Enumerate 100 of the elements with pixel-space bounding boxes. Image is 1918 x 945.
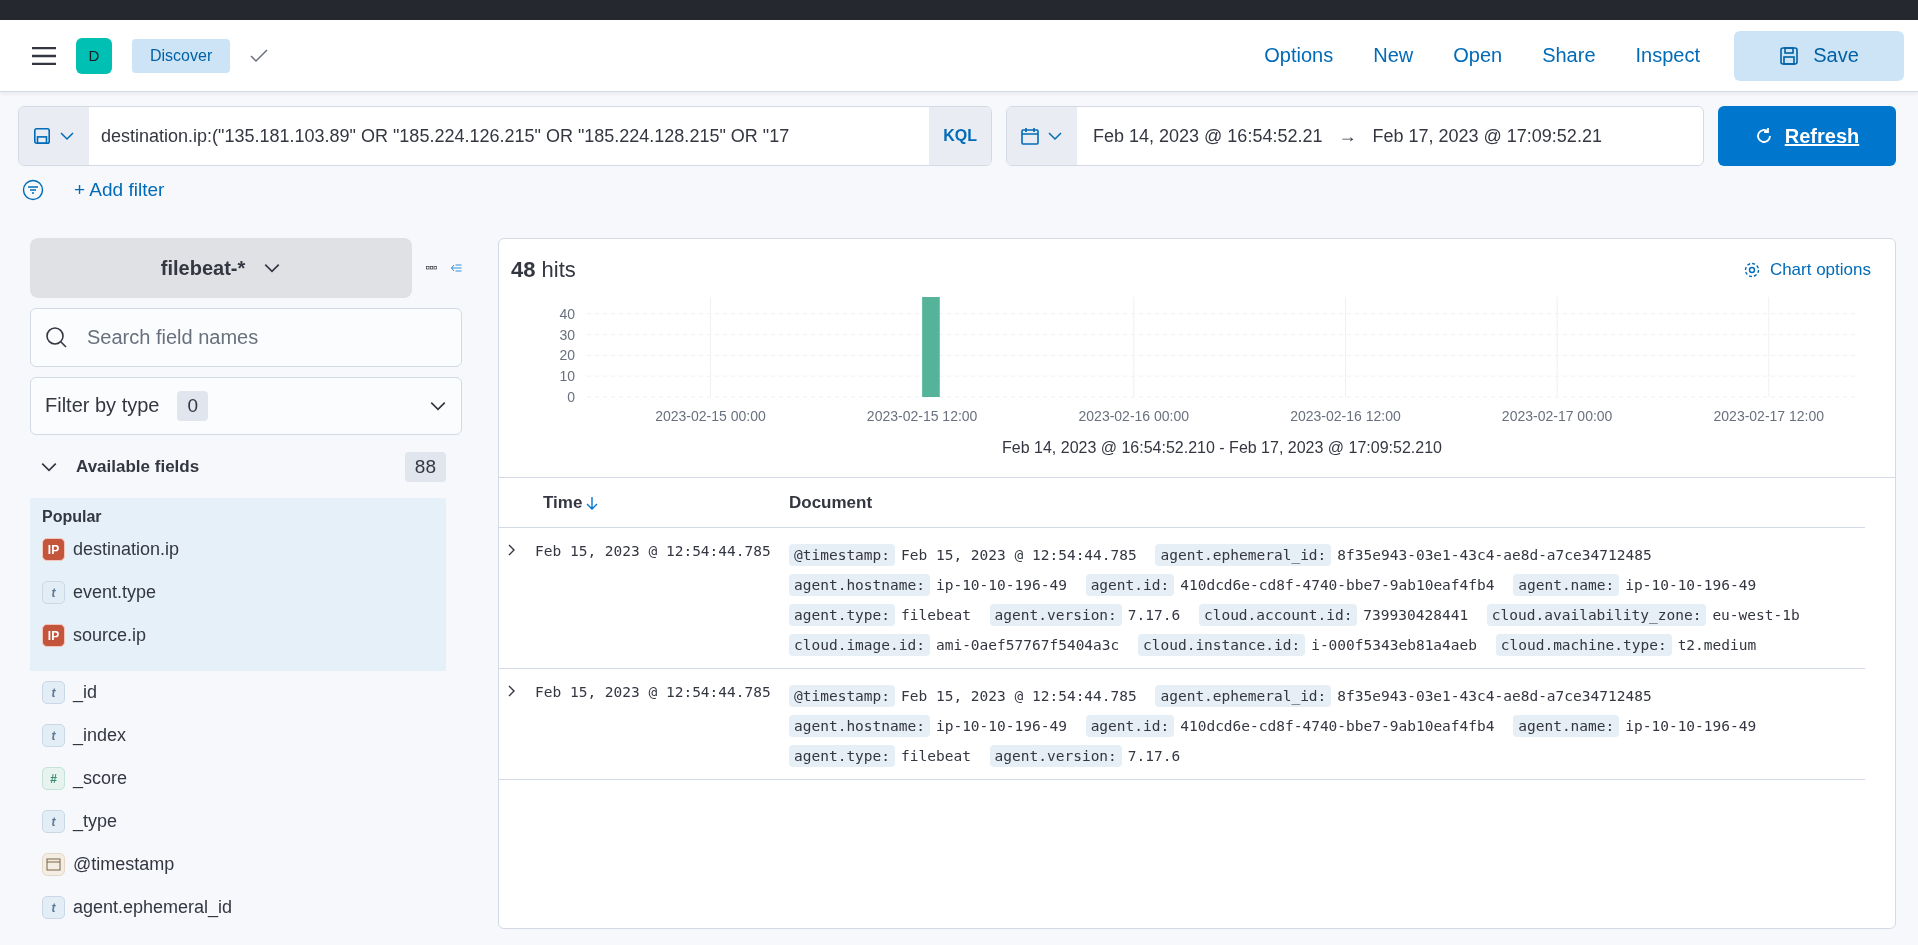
field-type-token: IP: [42, 624, 65, 647]
field-name[interactable]: agent.ephemeral_id: [73, 897, 233, 918]
field-name[interactable]: _type: [73, 811, 118, 832]
column-header[interactable]: Document: [789, 492, 873, 513]
field-value: 739930428441: [1363, 607, 1469, 623]
field-value: ip-10-10-196-49: [1625, 577, 1757, 593]
chart-range-label: Feb 14, 2023 @ 16:54:52.210 - Feb 17, 2023 @ 17:09:52.210: [1002, 439, 1442, 456]
header-link[interactable]: New: [1373, 44, 1414, 67]
filter-count: 0: [177, 390, 209, 421]
save-button[interactable]: Save: [1734, 30, 1904, 81]
axis-tick-label: 20: [559, 347, 575, 364]
field-value: filebeat: [901, 748, 971, 764]
time-cell: Feb 15, 2023 @ 12:54:44.785: [535, 543, 771, 559]
more-options-icon[interactable]: [426, 264, 437, 272]
field-key: cloud.availability_zone:: [1486, 604, 1707, 626]
search-field[interactable]: Search field names: [30, 308, 462, 367]
field-type-token: t: [42, 681, 65, 704]
header-link[interactable]: Open: [1453, 44, 1503, 67]
saved-query-menu[interactable]: [19, 107, 89, 165]
field-name[interactable]: event.type: [73, 582, 157, 603]
field-value: Feb 15, 2023 @ 12:54:44.785: [901, 547, 1137, 563]
axis-tick-label: 2023-02-17 12:00: [1713, 408, 1825, 424]
chart-options-link[interactable]: Chart options: [1743, 260, 1871, 280]
axis-tick-label: 0: [567, 389, 575, 405]
available-fields-label: Available fields: [76, 456, 201, 477]
field-key: agent.name:: [1513, 574, 1620, 596]
axis-tick-label: 2023-02-15 12:00: [866, 408, 978, 424]
field-type-token: t: [42, 810, 65, 833]
quick-date-menu[interactable]: [1007, 107, 1077, 165]
header-link[interactable]: Share: [1542, 44, 1596, 67]
field-value: 8f35e943-03e1-43c4-ae8d-a7ce34712485: [1337, 547, 1652, 563]
axis-tick-label: 40: [559, 305, 575, 322]
range-arrow: →: [1338, 124, 1357, 148]
field-key: agent.type:: [789, 745, 896, 767]
end-date[interactable]: Feb 17, 2023 @ 17:09:52.21: [1356, 107, 1618, 165]
field-name[interactable]: _id: [73, 682, 98, 703]
field-key: agent.name:: [1513, 715, 1620, 737]
field-type-token: #: [42, 767, 65, 790]
search-icon: [45, 326, 67, 349]
refresh-icon: [1754, 127, 1773, 145]
axis-tick-label: 2023-02-15 00:00: [655, 408, 766, 424]
calendar-icon: [42, 853, 65, 876]
field-key: agent.id:: [1085, 574, 1175, 596]
axis-tick-label: 10: [559, 368, 575, 385]
field-name[interactable]: source.ip: [73, 625, 147, 646]
field-key: agent.ephemeral_id:: [1155, 544, 1332, 566]
field-name[interactable]: @timestamp: [73, 854, 175, 875]
field-value: 7.17.6: [1127, 607, 1181, 623]
axis-tick-label: 2023-02-17 00:00: [1501, 408, 1613, 424]
field-type-token: t: [42, 581, 65, 604]
query-language-button[interactable]: KQL: [929, 107, 991, 165]
field-value: ip-10-10-196-49: [935, 577, 1067, 593]
query-field[interactable]: destination.ip:("135.181.103.89" OR "185.224.126.215" OR "185.224.128.215" OR "17 KQL: [18, 106, 992, 166]
field-name[interactable]: _score: [73, 768, 128, 789]
field-name[interactable]: destination.ip: [73, 539, 180, 560]
search-input[interactable]: Search field names: [85, 324, 447, 350]
field-key: agent.ephemeral_id:: [1155, 685, 1332, 707]
field-key: agent.version:: [989, 745, 1122, 767]
expand-row-toggle[interactable]: [507, 684, 517, 698]
field-value: ami-0aef57767f5404a3c: [935, 637, 1120, 653]
expand-row-toggle[interactable]: [507, 543, 517, 557]
sort-arrow-icon: [586, 495, 599, 510]
filter-label: Filter by type: [45, 394, 160, 418]
field-value: eu-west-1b: [1712, 607, 1800, 623]
space-avatar[interactable]: D: [76, 37, 112, 74]
field-value: filebeat: [901, 607, 971, 623]
save-icon: [1779, 45, 1800, 66]
field-key: cloud.instance.id:: [1138, 634, 1306, 656]
field-key: @timestamp:: [789, 685, 896, 707]
index-pattern-selector[interactable]: filebeat-*: [30, 238, 412, 298]
field-type-token: t: [42, 896, 65, 919]
field-name[interactable]: _index: [73, 725, 127, 746]
breadcrumb[interactable]: Discover: [132, 38, 231, 73]
field-value: 8f35e943-03e1-43c4-ae8d-a7ce34712485: [1337, 688, 1652, 704]
filter-by-type-dropdown[interactable]: Filter by type 0: [30, 376, 462, 436]
filter-icon[interactable]: [22, 179, 44, 201]
field-key: cloud.image.id:: [789, 634, 930, 656]
refresh-button[interactable]: Refresh: [1718, 106, 1896, 166]
field-key: agent.id:: [1085, 715, 1175, 737]
field-type-token: IP: [42, 538, 65, 561]
field-value: ip-10-10-196-49: [935, 718, 1067, 734]
field-value: i-000f5343eb81a4aeb: [1311, 637, 1478, 653]
field-key: agent.version:: [989, 604, 1122, 626]
field-value: ip-10-10-196-49: [1625, 718, 1757, 734]
header-link[interactable]: Options: [1264, 44, 1334, 67]
column-header[interactable]: Time: [499, 492, 789, 513]
add-filter-link[interactable]: + Add filter: [74, 179, 165, 201]
hits-count: 48 hits: [511, 257, 577, 283]
start-date[interactable]: Feb 14, 2023 @ 16:54:52.21: [1077, 107, 1339, 165]
axis-tick-label: 30: [559, 326, 575, 343]
axis-tick-label: 2023-02-16 00:00: [1078, 408, 1190, 424]
field-value: 7.17.6: [1127, 748, 1181, 764]
field-key: agent.hostname:: [789, 715, 930, 737]
calendar-icon: [1021, 127, 1039, 145]
field-count: 88: [404, 451, 446, 482]
header-link[interactable]: Inspect: [1635, 44, 1700, 67]
field-key: @timestamp:: [789, 544, 896, 566]
menu-icon[interactable]: [32, 46, 56, 65]
query-text[interactable]: destination.ip:("135.181.103.89" OR "185.224.126.215" OR "185.224.128.215" OR "17: [89, 107, 930, 165]
time-cell: Feb 15, 2023 @ 12:54:44.785: [535, 684, 771, 700]
